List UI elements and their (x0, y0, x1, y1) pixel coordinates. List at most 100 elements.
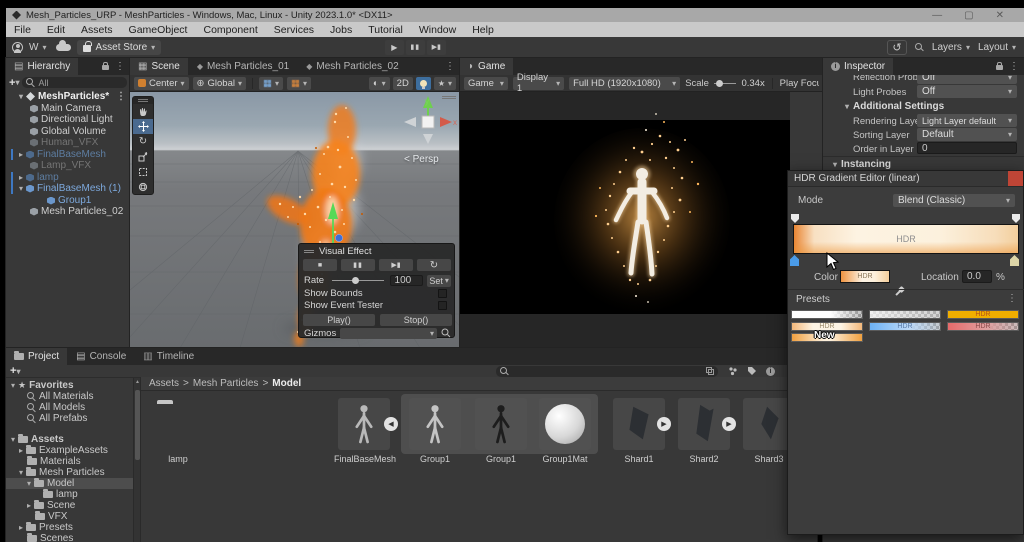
cloud-icon[interactable] (56, 39, 72, 51)
vfx-stop-button[interactable]: Stop() (380, 313, 452, 326)
tool-handle-pivot-dropdown[interactable]: Center (134, 76, 189, 90)
rate-slider[interactable] (332, 277, 384, 284)
scale-slider-knob[interactable] (715, 79, 723, 87)
tab-timeline[interactable]: Timeline (135, 348, 202, 365)
preset-transparent[interactable] (869, 310, 941, 319)
color-stop-selected[interactable] (790, 255, 799, 266)
color-stop-right[interactable] (1010, 255, 1019, 266)
menu-assets[interactable]: Assets (73, 24, 121, 36)
menu-services[interactable]: Services (266, 24, 322, 36)
tab-mesh-particles-02[interactable]: Mesh Particles_02 (298, 58, 406, 75)
hierarchy-item[interactable]: Directional Light (6, 114, 130, 125)
render-mode-dropdown[interactable] (368, 76, 390, 90)
hierarchy-item-prefab[interactable]: FinalBaseMesh (1) (6, 183, 130, 194)
tree-assets[interactable]: Assets (6, 434, 133, 445)
lock-icon[interactable] (996, 62, 1003, 70)
vfx-step-button[interactable] (379, 259, 413, 271)
tree-mesh-particles[interactable]: Mesh Particles (6, 467, 133, 478)
location-field[interactable]: 0.0 (962, 270, 992, 283)
hierarchy-item-prefab[interactable]: lamp (6, 172, 130, 183)
preset-white[interactable] (791, 310, 863, 319)
tree-materials[interactable]: Materials (6, 456, 133, 467)
hierarchy-item[interactable]: Mesh Particles_02 (6, 206, 130, 217)
favorite-all-materials[interactable]: All Materials (6, 391, 133, 402)
expander-icon[interactable] (19, 91, 23, 102)
game-viewport[interactable] (460, 92, 790, 348)
orientation-gizmo[interactable]: y x (398, 94, 458, 156)
pause-button[interactable] (405, 39, 425, 55)
hdr-close-button[interactable] (1008, 171, 1023, 186)
menu-file[interactable]: File (6, 24, 39, 36)
account-dropdown[interactable]: W (29, 42, 46, 53)
hierarchy-item-scene[interactable]: MeshParticles* (6, 91, 130, 102)
undo-history-button[interactable] (886, 39, 907, 55)
account-icon[interactable] (12, 41, 23, 53)
expander-icon[interactable] (11, 434, 15, 445)
transform-tool-button[interactable] (133, 179, 153, 194)
expander-icon[interactable] (19, 522, 23, 533)
lighting-toggle[interactable] (415, 76, 431, 90)
kebab-menu-icon[interactable] (1009, 61, 1019, 72)
tab-console[interactable]: Console (68, 348, 134, 365)
gradient-bar[interactable]: HDR (793, 224, 1019, 254)
tree-exampleassets[interactable]: ExampleAssets (6, 445, 133, 456)
mode-dropdown[interactable]: Blend (Classic) (893, 194, 1015, 207)
scale-slider[interactable] (713, 79, 737, 87)
label-tag-icon[interactable] (747, 366, 757, 376)
tree-presets[interactable]: Presets (6, 522, 133, 533)
package-visibility-icon[interactable] (728, 366, 738, 376)
create-button[interactable]: + (9, 77, 19, 89)
increment-snap-toggle[interactable] (286, 76, 311, 90)
layers-dropdown[interactable]: Layers (932, 42, 970, 53)
asset-group1-dark[interactable] (475, 398, 527, 450)
tab-game[interactable]: Game (460, 58, 514, 75)
expander-icon[interactable] (19, 172, 23, 183)
vfx-restart-button[interactable] (417, 259, 451, 271)
asset-group1-mesh[interactable] (409, 398, 461, 450)
asset-finalbasemesh[interactable] (338, 398, 390, 450)
tool-handle-rotation-dropdown[interactable]: ⊕ Global (192, 76, 246, 90)
zoom-icon[interactable] (441, 328, 451, 338)
2d-toggle[interactable]: 2D (392, 76, 413, 90)
minimize-button[interactable]: — (932, 10, 942, 21)
play-focused-dropdown[interactable]: Play Focused (780, 78, 819, 89)
expander-icon[interactable] (19, 183, 23, 194)
close-button[interactable]: ✕ (996, 10, 1004, 21)
overlay-drag-handle[interactable] (442, 96, 456, 99)
menu-component[interactable]: Component (195, 24, 265, 36)
tab-mesh-particles-01[interactable]: Mesh Particles_01 (189, 58, 297, 75)
game-target-dropdown[interactable]: Game (464, 76, 508, 90)
hidden-count-icon[interactable] (766, 366, 775, 376)
menu-window[interactable]: Window (411, 24, 464, 36)
tree-scene[interactable]: Scene (6, 500, 133, 511)
lock-icon[interactable] (102, 62, 109, 70)
preset-gold[interactable]: HDR (947, 310, 1019, 319)
light-probes-dropdown[interactable]: Off (917, 85, 1017, 98)
tab-scene[interactable]: Scene (130, 58, 188, 75)
expand-subassets-button[interactable]: ▶ (722, 417, 736, 431)
vfx-stop-icon-button[interactable]: ■ (303, 259, 337, 271)
show-bounds-checkbox[interactable] (438, 289, 447, 298)
expander-icon[interactable] (11, 380, 15, 391)
additional-settings-header[interactable]: Additional Settings (845, 101, 944, 112)
layout-dropdown[interactable]: Layout (978, 42, 1016, 53)
kebab-menu-icon[interactable] (116, 91, 130, 102)
gizmos-dropdown[interactable] (340, 327, 437, 339)
instancing-header[interactable]: Instancing (833, 159, 891, 170)
expander-icon[interactable] (27, 500, 31, 511)
play-button[interactable] (384, 39, 404, 55)
scale-tool-button[interactable] (133, 149, 153, 164)
resolution-dropdown[interactable]: Full HD (1920x1080) (569, 76, 681, 90)
search-filter-icon[interactable] (706, 367, 714, 375)
grid-snap-toggle[interactable] (258, 76, 283, 90)
tab-hierarchy[interactable]: Hierarchy (6, 58, 79, 75)
menu-jobs[interactable]: Jobs (322, 24, 360, 36)
asset-store-button[interactable]: Asset Store (77, 39, 162, 55)
hierarchy-item[interactable]: Human_VFX (6, 137, 130, 148)
kebab-menu-icon[interactable] (445, 61, 455, 72)
vfx-pause-button[interactable] (341, 259, 375, 271)
tree-model-selected[interactable]: Model (6, 478, 133, 489)
menu-edit[interactable]: Edit (39, 24, 73, 36)
rotate-tool-button[interactable] (133, 134, 153, 149)
tree-scrollbar[interactable]: ▲ (133, 378, 140, 542)
